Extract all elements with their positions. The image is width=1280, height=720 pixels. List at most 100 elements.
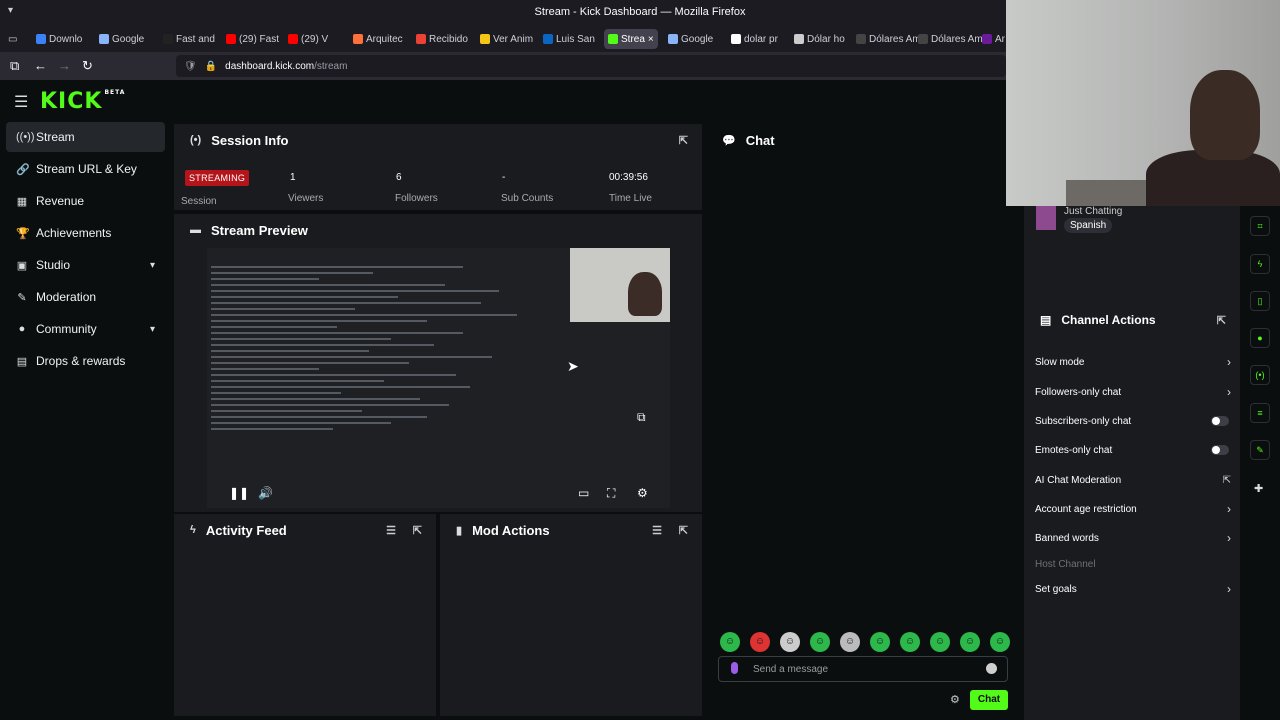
sidebar-item-stream[interactable]: ((•)) Stream	[6, 122, 165, 152]
clip-icon[interactable]: ⌗	[1250, 216, 1270, 236]
kick-logo[interactable]: KICK BETA	[40, 89, 125, 114]
wrench-icon[interactable]: ✎	[1250, 440, 1270, 460]
chat-message-input[interactable]: Send a message	[718, 656, 1008, 682]
emote-icon[interactable]: ☺	[720, 632, 740, 652]
sidebar-item-revenue[interactable]: ▦ Revenue	[6, 186, 165, 216]
emote-icon[interactable]: ☺	[900, 632, 920, 652]
emote-icon[interactable]: ☺	[750, 632, 770, 652]
emote-icon[interactable]: ☺	[990, 632, 1010, 652]
pip-icon[interactable]: ⧉	[637, 410, 646, 425]
channel-action-label: AI Chat Moderation	[1035, 474, 1122, 486]
chat-bubble-icon[interactable]: ●	[1250, 328, 1270, 348]
browser-tab[interactable]: Downlo	[36, 29, 82, 49]
list-icon[interactable]: ≡	[1250, 403, 1270, 423]
code-line	[211, 326, 337, 328]
volume-icon[interactable]: 🔊	[258, 486, 273, 500]
fullscreen-icon[interactable]: ⛶	[607, 486, 615, 501]
chevron-right-icon[interactable]: ›	[1227, 355, 1231, 369]
tab-label: (29) Fast	[239, 33, 280, 45]
stream-preview-video[interactable]: ➤ ⧉ ❚❚ 🔊 ▭ ⛶ ⚙	[207, 248, 670, 508]
channel-action-followers-only-chat[interactable]: Followers-only chat ›	[1035, 382, 1231, 402]
channel-action-slow-mode[interactable]: Slow mode ›	[1035, 352, 1231, 372]
sidebar-item-studio[interactable]: ▣ Studio ▾	[6, 250, 165, 280]
browser-tab[interactable]: Dólar ho	[794, 29, 845, 49]
browser-tab[interactable]: Dólares Am	[856, 29, 921, 49]
popout-icon[interactable]: ⇱	[413, 524, 422, 537]
browser-tab[interactable]: (29) V	[288, 29, 328, 49]
channel-action-emotes-only-chat[interactable]: Emotes-only chat	[1035, 440, 1231, 460]
filter-icon[interactable]: ☰	[652, 524, 662, 537]
popout-icon[interactable]: ⇱	[679, 134, 688, 147]
browser-tab[interactable]: Fast and	[163, 29, 215, 49]
channel-action-label: Set goals	[1035, 583, 1077, 595]
channel-action-set-goals[interactable]: Set goals ›	[1035, 579, 1231, 599]
pause-icon[interactable]: ❚❚	[229, 486, 249, 500]
back-icon[interactable]: ←	[34, 58, 47, 73]
popout-icon[interactable]: ⇱	[679, 524, 688, 537]
sidebar-item-achievements[interactable]: 🏆 Achievements	[6, 218, 165, 248]
sidebar-item-stream-url-key[interactable]: 🔗 Stream URL & Key	[6, 154, 165, 184]
close-tab-icon[interactable]: ×	[648, 34, 654, 45]
browser-tab[interactable]: (29) Fast	[226, 29, 279, 49]
emote-icon[interactable]: ☺	[840, 632, 860, 652]
browser-tab[interactable]: Ar	[982, 29, 1005, 49]
emoji-picker-icon[interactable]	[986, 663, 997, 674]
browser-tab[interactable]: Google	[99, 29, 144, 49]
tab-label: (29) V	[301, 33, 329, 45]
chat-settings-icon[interactable]: ⚙	[950, 693, 960, 706]
send-chat-button[interactable]: Chat	[970, 690, 1008, 710]
browser-tab[interactable]: Strea ×	[604, 29, 658, 49]
url-bar[interactable]: 🛡 🔒 dashboard.kick.com/stream	[176, 55, 1006, 77]
emote-icon[interactable]: ☺	[810, 632, 830, 652]
chevron-right-icon[interactable]: ›	[1227, 582, 1231, 596]
browser-tab[interactable]: Dólares Am	[918, 29, 983, 49]
emote-icon[interactable]: ☺	[930, 632, 950, 652]
emote-icon[interactable]: ☺	[780, 632, 800, 652]
popout-icon[interactable]: ⇱	[1217, 314, 1226, 327]
chevron-down-icon[interactable]: ▾	[150, 260, 155, 271]
category-thumbnail[interactable]	[1036, 206, 1056, 230]
forward-icon[interactable]: →	[58, 58, 71, 73]
channel-action-banned-words[interactable]: Banned words ›	[1035, 528, 1231, 548]
chevron-down-icon[interactable]: ▾	[150, 324, 155, 335]
browser-tab[interactable]: Recibido	[416, 29, 468, 49]
chevron-right-icon[interactable]: ›	[1227, 385, 1231, 399]
viewers-value: 1	[290, 172, 296, 183]
browser-tab[interactable]: Ver Anim	[480, 29, 533, 49]
reload-icon[interactable]: ↻	[82, 58, 93, 74]
add-widget-icon[interactable]: ✚	[1254, 482, 1263, 495]
chat-title: Chat	[745, 132, 775, 148]
tab-label: Strea	[621, 33, 645, 45]
sidebar-item-drops-rewards[interactable]: ▤ Drops & rewards	[6, 346, 165, 376]
toggle-switch[interactable]	[1211, 445, 1229, 455]
chevron-right-icon[interactable]: ›	[1227, 502, 1231, 516]
browser-tab[interactable]: dolar pr	[731, 29, 778, 49]
lightning-icon[interactable]: ϟ	[1250, 254, 1270, 274]
settings-gear-icon[interactable]: ⚙	[637, 486, 648, 500]
toggle-switch[interactable]	[1211, 416, 1229, 426]
channel-action-ai-chat-moderation[interactable]: AI Chat Moderation ⇱	[1035, 470, 1231, 490]
emote-icon[interactable]: ☺	[960, 632, 980, 652]
channel-action-account-age-restriction[interactable]: Account age restriction ›	[1035, 499, 1231, 519]
sidebar-item-moderation[interactable]: ✎ Moderation	[6, 282, 165, 312]
browser-tab[interactable]: Google	[668, 29, 713, 49]
emote-icon[interactable]: ☺	[870, 632, 890, 652]
tab-list-icon[interactable]: ▭	[8, 29, 17, 49]
shield-icon[interactable]: 🛡	[184, 61, 197, 72]
sidebar-item-community[interactable]: ● Community ▾	[6, 314, 165, 344]
sidebar-toggle-icon[interactable]: ⧉	[10, 58, 19, 74]
tab-label: Ar	[995, 33, 1005, 45]
chevron-right-icon[interactable]: ›	[1227, 531, 1231, 545]
theater-icon[interactable]: ▭	[578, 486, 589, 500]
filter-icon[interactable]: ☰	[386, 524, 396, 537]
broadcast-icon[interactable]: (•)	[1250, 365, 1270, 385]
microphone-icon[interactable]	[731, 662, 738, 674]
broadcast-icon: (•)	[190, 134, 202, 146]
external-link-icon[interactable]: ⇱	[1223, 475, 1231, 486]
menu-icon[interactable]: ☰	[14, 92, 28, 112]
browser-tab[interactable]: Arquitec	[353, 29, 403, 49]
document-icon[interactable]: ▯	[1250, 291, 1270, 311]
browser-tab[interactable]: Luis San	[543, 29, 595, 49]
url-path: /stream	[314, 60, 348, 72]
channel-action-subscribers-only-chat[interactable]: Subscribers-only chat	[1035, 411, 1231, 431]
